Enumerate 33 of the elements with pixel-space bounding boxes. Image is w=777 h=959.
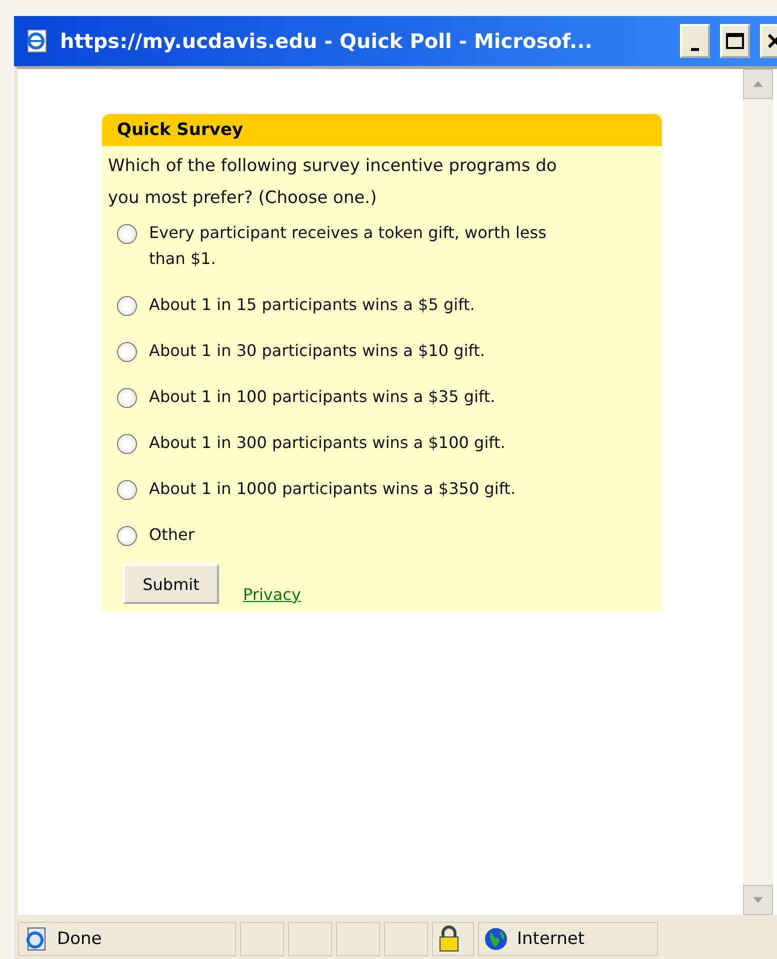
lock-icon (437, 925, 461, 953)
radio-button[interactable] (117, 296, 137, 316)
option-label: Other (149, 524, 194, 546)
window-title: https://my.ucdavis.edu - Quick Poll - Microsof... (60, 29, 594, 53)
status-pane (336, 922, 380, 956)
privacy-link[interactable]: Privacy (243, 585, 301, 604)
radio-button[interactable] (117, 480, 137, 500)
option-label: About 1 in 300 participants wins a $100 gift. (149, 432, 506, 454)
option-label: About 1 in 30 participants wins a $10 gift. (149, 340, 485, 362)
status-pane (384, 922, 428, 956)
radio-button[interactable] (117, 224, 137, 244)
minimize-icon (691, 48, 699, 50)
survey-question: Which of the following survey incentive programs do you most prefer? (Choose one.) (107, 155, 558, 210)
radio-button[interactable] (117, 526, 137, 546)
survey-title: Quick Survey (102, 114, 662, 146)
option-label: About 1 in 1000 participants wins a $350 gift. (149, 478, 516, 500)
option-label: About 1 in 100 participants wins a $35 gift. (149, 386, 496, 408)
zone-text: Internet (517, 929, 585, 949)
status-pane (240, 922, 284, 956)
minimize-button[interactable] (680, 24, 710, 58)
status-pane (288, 922, 332, 956)
radio-button[interactable] (117, 388, 137, 408)
down-arrow-icon (752, 896, 764, 904)
up-arrow-icon (752, 80, 764, 88)
submit-button[interactable]: Submit (123, 564, 219, 604)
option-label: Every participant receives a token gift, worth less than $1. (149, 222, 548, 270)
radio-button[interactable] (117, 342, 137, 362)
maximize-icon (725, 32, 745, 50)
option-label: About 1 in 15 participants wins a $5 gift. (149, 294, 475, 316)
status-text: Done (57, 929, 102, 949)
radio-button[interactable] (117, 434, 137, 454)
globe-icon (483, 926, 509, 952)
maximize-button[interactable] (720, 24, 750, 58)
